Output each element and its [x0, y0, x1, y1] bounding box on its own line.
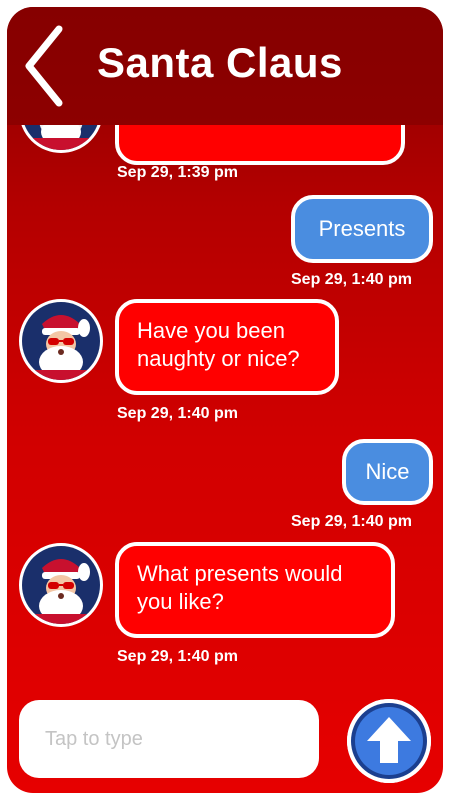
message-text: Nice: [365, 459, 410, 484]
message-timestamp: Sep 29, 1:39 pm: [117, 164, 238, 181]
santa-avatar: [19, 543, 103, 627]
page-title: Santa Claus: [97, 39, 343, 86]
incoming-message-bubble[interactable]: Have you been naughty or nice?: [115, 299, 339, 395]
santa-avatar: [19, 299, 103, 383]
message-text-line: you like?: [137, 589, 224, 614]
message-timestamp: Sep 29, 1:40 pm: [117, 405, 238, 422]
message-timestamp: Sep 29, 1:40 pm: [291, 513, 412, 530]
message-text-line: What presents would: [137, 561, 343, 586]
santa-portrait: [22, 302, 100, 380]
message-text-line: naughty or nice?: [137, 346, 300, 371]
outgoing-message-bubble[interactable]: Nice: [342, 439, 433, 505]
chevron-left-icon: [25, 25, 63, 107]
incoming-message-bubble[interactable]: What presents would you like?: [115, 542, 395, 638]
arrow-up-icon: [347, 699, 431, 783]
message-input-placeholder: Tap to type: [45, 727, 143, 750]
message-text-line: Have you been: [137, 318, 285, 343]
outgoing-message-bubble[interactable]: Presents: [291, 195, 433, 263]
santa-portrait: [22, 546, 100, 624]
message-text: Presents: [318, 216, 406, 241]
message-input[interactable]: Tap to type: [19, 700, 319, 778]
message-timestamp: Sep 29, 1:40 pm: [291, 271, 412, 288]
chat-screen: Sep 29, 1:39 pm Presents Sep 29, 1:40 pm: [7, 7, 443, 793]
send-button[interactable]: [347, 699, 431, 783]
back-button[interactable]: [19, 21, 79, 111]
message-timestamp: Sep 29, 1:40 pm: [117, 648, 238, 665]
chat-header: Santa Claus: [7, 7, 443, 125]
